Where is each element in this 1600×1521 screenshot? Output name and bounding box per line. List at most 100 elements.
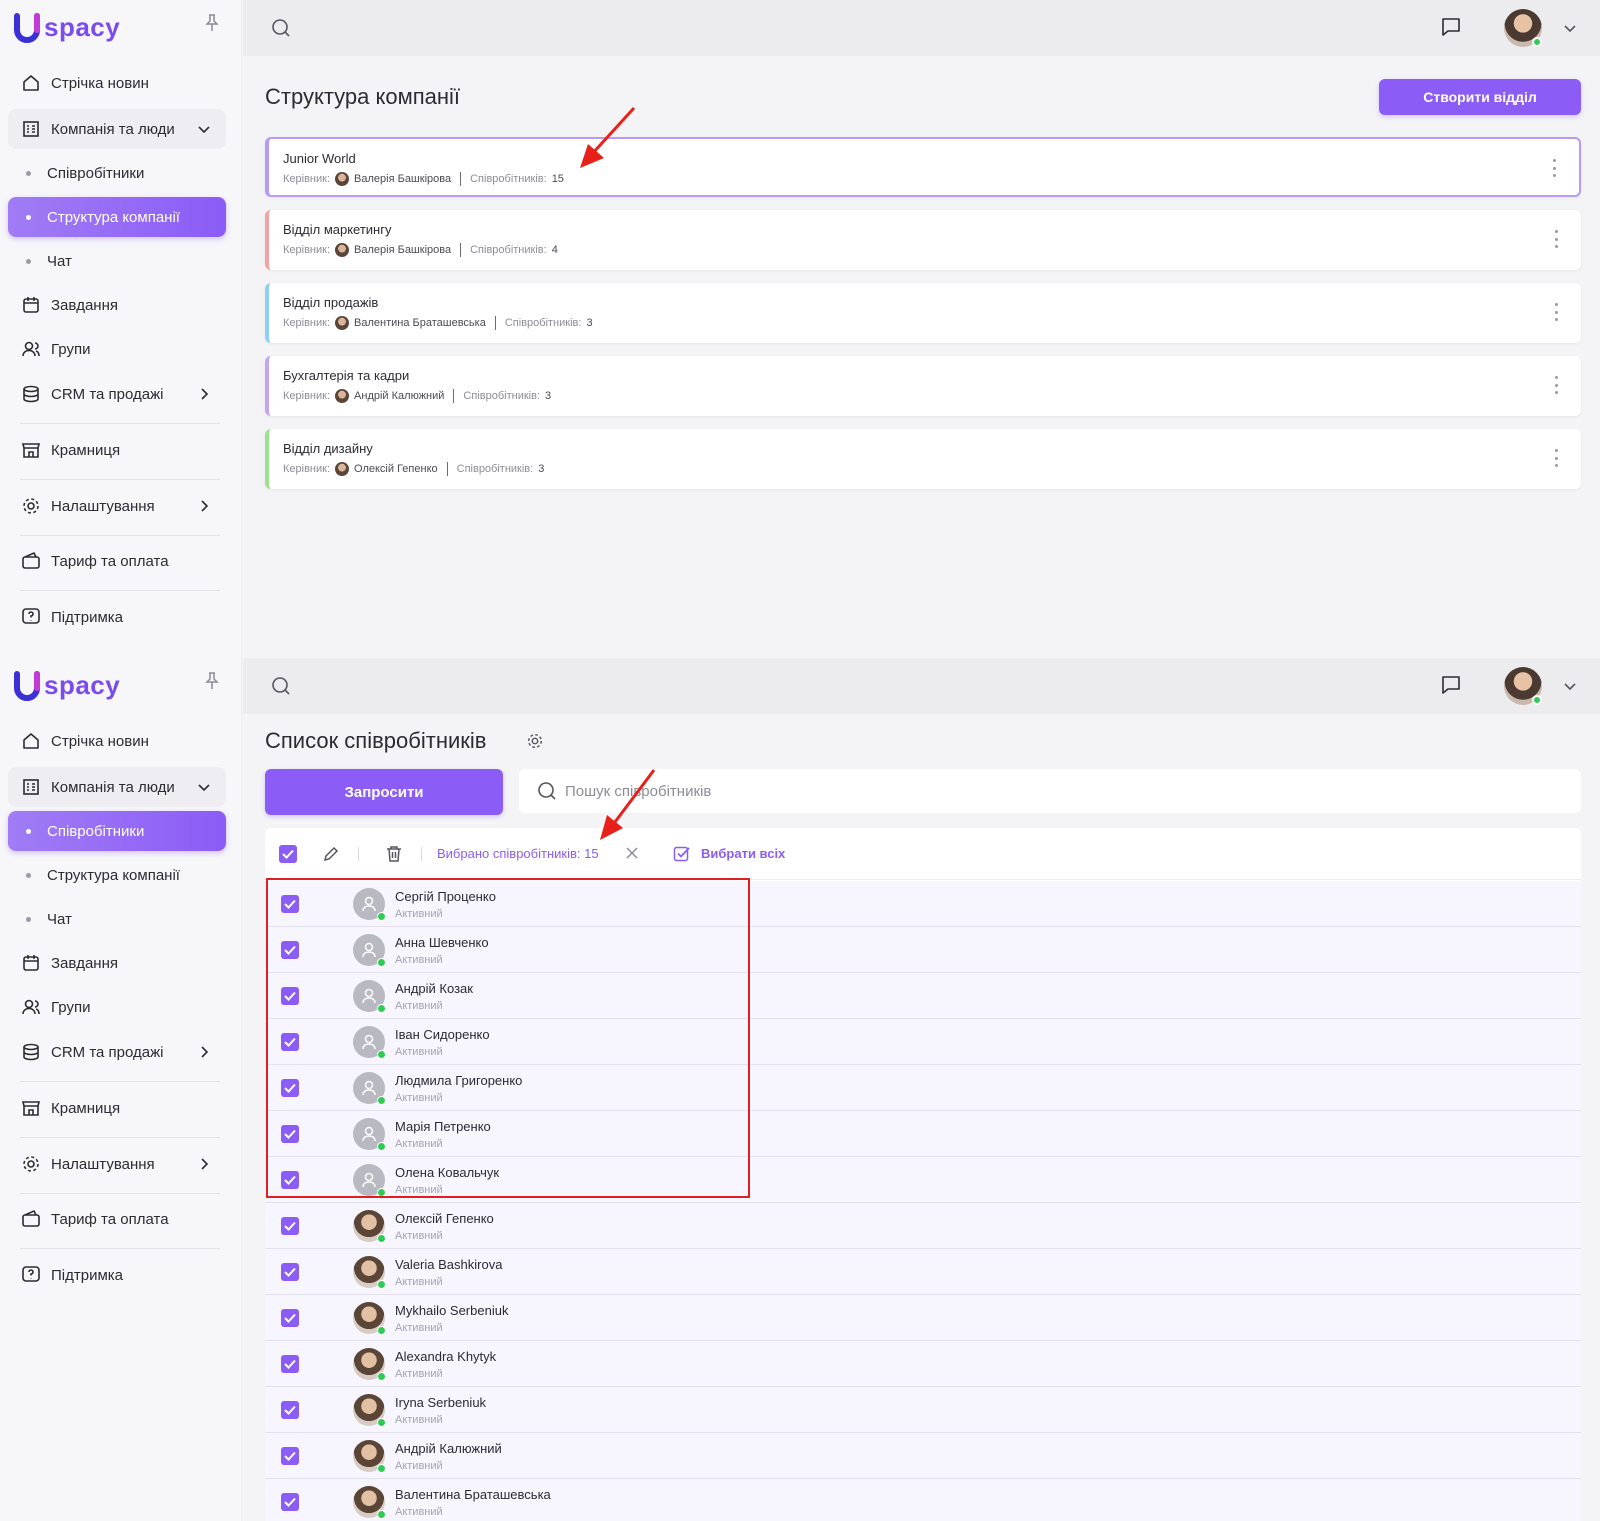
home-icon bbox=[20, 730, 42, 752]
logo[interactable]: spacy bbox=[14, 670, 120, 701]
department-card[interactable]: Відділ продажів Керівник: Валентина Браташ… bbox=[265, 283, 1581, 343]
row-checkbox[interactable] bbox=[281, 1263, 299, 1281]
sidebar-item-store[interactable]: Крамниця bbox=[8, 1088, 226, 1128]
sidebar-item-support[interactable]: Підтримка bbox=[8, 597, 226, 637]
pin-icon[interactable] bbox=[204, 672, 220, 690]
row-checkbox[interactable] bbox=[281, 1217, 299, 1235]
employees-list-screen: spacy Стрічка новин Компанія та люди Спі… bbox=[0, 658, 1600, 1521]
clear-selection-close-icon[interactable] bbox=[625, 846, 639, 860]
sidebar-item-billing[interactable]: Тариф та оплата bbox=[8, 1199, 226, 1239]
table-row[interactable]: Iryna Serbeniuk Активний bbox=[265, 1387, 1581, 1433]
sidebar-item-company-and-people[interactable]: Компанія та люди bbox=[8, 767, 226, 807]
online-indicator bbox=[377, 1280, 386, 1289]
sidebar-item-label: Чат bbox=[47, 252, 72, 270]
sidebar-item-groups[interactable]: Групи bbox=[8, 329, 226, 369]
pin-icon[interactable] bbox=[204, 14, 220, 32]
employee-count-label: Співробітників: bbox=[456, 463, 534, 475]
database-icon bbox=[20, 1041, 42, 1063]
sidebar-item-label: Структура компанії bbox=[47, 866, 180, 884]
topbar bbox=[243, 658, 1600, 714]
sidebar-item-company-and-people[interactable]: Компанія та люди bbox=[8, 109, 226, 149]
user-avatar[interactable] bbox=[1504, 667, 1542, 705]
user-avatar[interactable] bbox=[1504, 9, 1542, 47]
sidebar-item-crm[interactable]: CRM та продажі bbox=[8, 1032, 226, 1072]
online-indicator bbox=[1532, 695, 1542, 705]
chevron-down-icon bbox=[196, 779, 212, 795]
row-checkbox[interactable] bbox=[281, 1401, 299, 1419]
sidebar-item-billing[interactable]: Тариф та оплата bbox=[8, 541, 226, 581]
sidebar-item-groups[interactable]: Групи bbox=[8, 987, 226, 1027]
employee-count: 4 bbox=[551, 244, 558, 256]
department-card[interactable]: Бухгалтерія та кадри Керівник: Андрій Калю… bbox=[265, 356, 1581, 416]
calendar-icon bbox=[20, 294, 42, 316]
employee-status: Активний bbox=[395, 1230, 443, 1242]
kebab-menu-icon[interactable] bbox=[1553, 159, 1557, 177]
table-row[interactable]: Андрій Калюжний Активний bbox=[265, 1433, 1581, 1479]
chevron-down-icon[interactable] bbox=[1562, 678, 1578, 694]
sidebar-item-company-structure[interactable]: Структура компанії bbox=[8, 197, 226, 237]
logo[interactable]: spacy bbox=[14, 12, 120, 43]
employee-name[interactable]: Iryna Serbeniuk bbox=[395, 1395, 486, 1410]
table-row[interactable]: Олексій Гепенко Активний bbox=[265, 1203, 1581, 1249]
sidebar-item-settings[interactable]: Налаштування bbox=[8, 486, 226, 526]
sidebar-item-tasks[interactable]: Завдання bbox=[8, 943, 226, 983]
employee-name[interactable]: Валентина Браташевська bbox=[395, 1487, 551, 1502]
chevron-down-icon[interactable] bbox=[1562, 20, 1578, 36]
chat-icon[interactable] bbox=[1440, 16, 1462, 38]
table-row[interactable]: Mykhailo Serbeniuk Активний bbox=[265, 1295, 1581, 1341]
table-row[interactable]: Валентина Браташевська Активний bbox=[265, 1479, 1581, 1521]
avatar bbox=[353, 1210, 386, 1243]
kebab-menu-icon[interactable] bbox=[1555, 230, 1559, 248]
sidebar-item-tasks[interactable]: Завдання bbox=[8, 285, 226, 325]
row-checkbox[interactable] bbox=[281, 1447, 299, 1465]
row-checkbox[interactable] bbox=[281, 1493, 299, 1511]
trash-icon[interactable] bbox=[385, 845, 403, 863]
sidebar-item-crm[interactable]: CRM та продажі bbox=[8, 374, 226, 414]
kebab-menu-icon[interactable] bbox=[1555, 303, 1559, 321]
employee-name[interactable]: Alexandra Khytyk bbox=[395, 1349, 496, 1364]
select-all-link[interactable]: Вибрати всіх bbox=[701, 846, 785, 861]
sidebar-item-employees[interactable]: Співробітники bbox=[8, 153, 226, 193]
employee-count-label: Співробітників: bbox=[504, 317, 582, 329]
kebab-menu-icon[interactable] bbox=[1555, 449, 1559, 467]
department-card[interactable]: Відділ маркетингу Керівник: Валерія Башкір… bbox=[265, 210, 1581, 270]
employee-name[interactable]: Valeria Bashkirova bbox=[395, 1257, 502, 1272]
employee-name[interactable]: Олексій Гепенко bbox=[395, 1211, 494, 1226]
create-department-button[interactable]: Створити відділ bbox=[1379, 79, 1581, 115]
sidebar-item-support[interactable]: Підтримка bbox=[8, 1255, 226, 1295]
sidebar-item-chat[interactable]: Чат bbox=[8, 241, 226, 281]
online-indicator bbox=[377, 1464, 386, 1473]
row-checkbox[interactable] bbox=[281, 1309, 299, 1327]
row-checkbox[interactable] bbox=[281, 1355, 299, 1373]
table-row[interactable]: Alexandra Khytyk Активний bbox=[265, 1341, 1581, 1387]
table-row[interactable]: Valeria Bashkirova Активний bbox=[265, 1249, 1581, 1295]
employee-search[interactable] bbox=[519, 769, 1581, 813]
sidebar-item-settings[interactable]: Налаштування bbox=[8, 1144, 226, 1184]
sidebar-item-employees[interactable]: Співробітники bbox=[8, 811, 226, 851]
search-icon[interactable] bbox=[271, 18, 291, 38]
employee-search-input[interactable] bbox=[565, 782, 1465, 800]
sidebar-item-chat[interactable]: Чат bbox=[8, 899, 226, 939]
chat-icon[interactable] bbox=[1440, 674, 1462, 696]
edit-pencil-icon[interactable] bbox=[322, 845, 340, 863]
building-icon bbox=[20, 776, 42, 798]
invite-button[interactable]: Запросити bbox=[265, 769, 503, 815]
sidebar: spacy Стрічка новин Компанія та люди Спі… bbox=[0, 0, 242, 658]
page-title: Список співробітників bbox=[265, 728, 487, 753]
department-card[interactable]: Відділ дизайну Керівник: Олексій Гепенко Сп… bbox=[265, 429, 1581, 489]
sidebar-item-news[interactable]: Стрічка новин bbox=[8, 721, 226, 761]
department-name: Відділ продажів bbox=[283, 295, 379, 310]
chevron-right-icon bbox=[196, 386, 212, 402]
sidebar-item-news[interactable]: Стрічка новин bbox=[8, 63, 226, 103]
kebab-menu-icon[interactable] bbox=[1555, 376, 1559, 394]
search-icon[interactable] bbox=[271, 676, 291, 696]
select-all-checkbox[interactable] bbox=[279, 845, 297, 863]
employee-name[interactable]: Андрій Калюжний bbox=[395, 1441, 502, 1456]
sidebar-item-store[interactable]: Крамниця bbox=[8, 430, 226, 470]
department-card[interactable]: Junior World Керівник: Валерія Башкірова Сп… bbox=[265, 137, 1581, 197]
logo-mark-icon bbox=[14, 12, 42, 43]
sidebar-item-company-structure[interactable]: Структура компанії bbox=[8, 855, 226, 895]
select-all-check-icon[interactable] bbox=[673, 845, 691, 863]
employee-name[interactable]: Mykhailo Serbeniuk bbox=[395, 1303, 508, 1318]
settings-gear-icon[interactable] bbox=[526, 732, 544, 750]
